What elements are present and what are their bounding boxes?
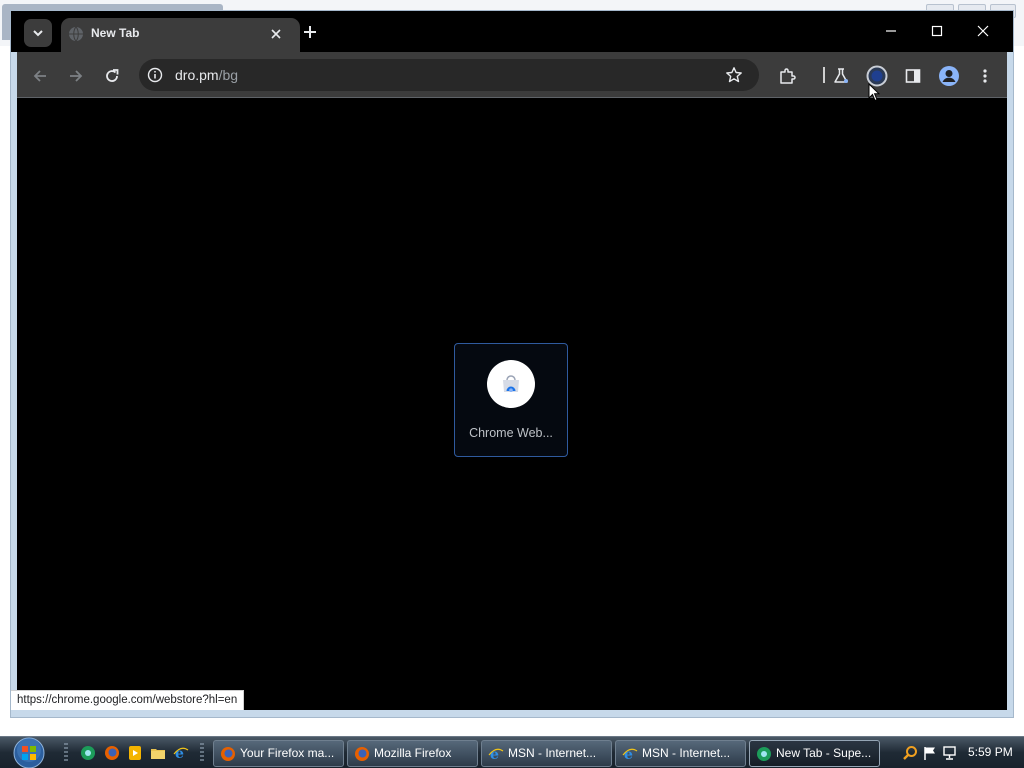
chrome-icon[interactable] xyxy=(80,745,96,761)
flag-icon[interactable] xyxy=(922,745,938,761)
taskbar-grip[interactable] xyxy=(64,743,68,763)
chrome-web-store-icon xyxy=(503,375,519,392)
firefox-icon xyxy=(355,747,369,761)
tab-title: New Tab xyxy=(91,26,140,40)
close-icon xyxy=(977,25,989,37)
reload-button[interactable] xyxy=(99,63,125,89)
tab-close-button[interactable] xyxy=(267,25,285,43)
info-icon[interactable] xyxy=(147,67,163,83)
browser-toolbar: dro.pm/bg xyxy=(17,52,1007,98)
chrome-labs-button[interactable] xyxy=(828,63,854,89)
side-panel-icon xyxy=(905,69,921,83)
start-button[interactable] xyxy=(9,737,49,768)
forward-button[interactable] xyxy=(63,63,89,89)
network-icon[interactable] xyxy=(942,745,958,761)
side-panel-button[interactable] xyxy=(900,63,926,89)
close-icon xyxy=(271,29,281,39)
firefox-icon xyxy=(221,747,235,761)
tab-new-tab[interactable]: New Tab xyxy=(61,18,300,52)
maximize-button[interactable] xyxy=(923,19,951,43)
puzzle-icon xyxy=(780,68,796,84)
taskbar-item-active[interactable]: New Tab - Supe... xyxy=(749,740,880,767)
taskbar: e Your Firefox ma... Mozilla Firefox e M… xyxy=(0,736,1024,768)
menu-button[interactable] xyxy=(972,63,998,89)
taskbar-item-label: New Tab - Supe... xyxy=(776,746,872,760)
minimize-icon xyxy=(886,30,896,32)
close-window-button[interactable] xyxy=(969,19,997,43)
plus-icon xyxy=(304,26,316,38)
taskbar-clock[interactable]: 5:59 PM xyxy=(968,745,1013,759)
new-tab-button[interactable] xyxy=(299,21,321,43)
arrow-left-icon xyxy=(33,70,46,82)
taskbar-item[interactable]: e MSN - Internet... xyxy=(481,740,612,767)
address-url[interactable]: dro.pm/bg xyxy=(175,67,238,83)
back-button[interactable] xyxy=(27,63,53,89)
windows-logo-icon xyxy=(13,737,45,768)
taskbar-item-label: MSN - Internet... xyxy=(642,746,731,760)
taskbar-item[interactable]: Mozilla Firefox xyxy=(347,740,478,767)
shortcut-title: Chrome Web... xyxy=(469,426,553,440)
profile-button[interactable] xyxy=(936,63,962,89)
arrow-right-icon xyxy=(70,70,83,82)
taskbar-item-label: Mozilla Firefox xyxy=(374,746,452,760)
browser-window: New Tab dro.pm/bg Chrome Web... https://… xyxy=(10,10,1014,718)
url-host: dro.pm xyxy=(175,67,219,83)
chrome-icon xyxy=(757,747,771,761)
flask-icon xyxy=(834,68,848,83)
internet-explorer-icon: e xyxy=(622,747,638,762)
shortcut-favicon xyxy=(487,360,535,408)
browser-titlebar: New Tab xyxy=(11,11,1013,52)
more-vertical-icon xyxy=(983,69,987,83)
internet-explorer-icon: e xyxy=(488,747,504,762)
folder-icon[interactable] xyxy=(150,745,166,761)
taskbar-item[interactable]: Your Firefox ma... xyxy=(213,740,344,767)
new-tab-page: Chrome Web... xyxy=(17,98,1007,710)
extensions-button[interactable] xyxy=(774,63,800,89)
maximize-icon xyxy=(931,25,943,37)
firefox-icon[interactable] xyxy=(104,745,120,761)
tab-search-button[interactable] xyxy=(24,19,52,47)
reload-icon xyxy=(106,69,119,82)
globe-icon xyxy=(69,26,83,42)
chevron-down-icon xyxy=(33,30,43,37)
toolbar-separator xyxy=(823,67,825,83)
minimize-button[interactable] xyxy=(877,19,905,43)
internet-explorer-icon[interactable]: e xyxy=(173,745,189,761)
media-player-icon[interactable] xyxy=(127,745,143,761)
shortcut-chrome-web-store[interactable]: Chrome Web... xyxy=(454,343,568,457)
taskbar-item[interactable]: e MSN - Internet... xyxy=(615,740,746,767)
address-bar[interactable]: dro.pm/bg xyxy=(139,59,759,91)
taskbar-item-label: Your Firefox ma... xyxy=(240,746,335,760)
taskbar-item-label: MSN - Internet... xyxy=(508,746,597,760)
status-bubble: https://chrome.google.com/webstore?hl=en xyxy=(11,690,245,710)
url-path: /bg xyxy=(218,67,239,83)
taskbar-grip[interactable] xyxy=(200,743,204,763)
search-icon[interactable] xyxy=(902,745,918,761)
mouse-cursor-icon xyxy=(868,83,880,102)
avatar-icon xyxy=(939,66,959,86)
star-icon[interactable] xyxy=(725,66,743,84)
